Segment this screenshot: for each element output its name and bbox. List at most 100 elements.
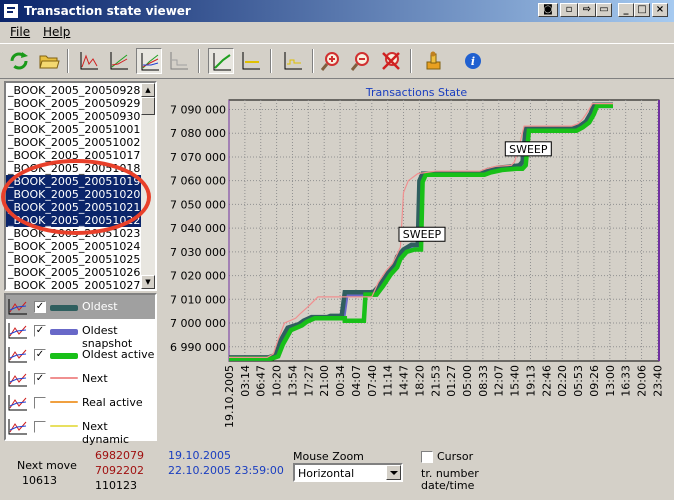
file-list-item[interactable]: _BOOK_2005_20050929.tn	[6, 97, 142, 110]
chart-red-button[interactable]	[76, 48, 102, 74]
file-list-item[interactable]: _BOOK_2005_20051001.tn	[6, 123, 142, 136]
series-swatch	[50, 329, 78, 335]
cursor-checkbox[interactable]	[421, 451, 433, 463]
open-folder-button[interactable]	[36, 48, 62, 74]
oldest-value: 6982079	[95, 449, 144, 462]
series-checkbox[interactable]	[34, 397, 46, 409]
x-tick-label: 23:40	[651, 365, 664, 397]
x-tick-label: 12:07	[493, 365, 506, 397]
dropdown-arrow-icon[interactable]	[386, 465, 401, 480]
date-time-label: date/time	[421, 479, 475, 492]
legend-item[interactable]: Next dynamic	[6, 415, 155, 446]
file-list-item[interactable]: _BOOK_2005_20051025.tn	[6, 253, 142, 266]
folder-icon	[39, 55, 60, 69]
scroll-up-button[interactable]: ▲	[141, 83, 155, 97]
x-tick-label: 06:47	[255, 365, 268, 397]
y-tick-label: 6 990 000	[170, 341, 226, 354]
chart-multi-button[interactable]	[106, 48, 132, 74]
chart-all-button[interactable]	[136, 48, 162, 74]
file-list-item[interactable]: _BOOK_2005_20050928.tn	[6, 84, 142, 97]
pin-icon[interactable]: ▭	[596, 3, 612, 17]
title-bar: Transaction state viewer ◙ ▫ ⇨ ▭ _ □ ×	[0, 0, 674, 22]
series-swatch	[50, 305, 78, 311]
series-checkbox[interactable]: ✓	[34, 301, 46, 313]
x-tick-label: 14:47	[398, 365, 411, 397]
legend-item[interactable]: Real active	[6, 391, 155, 415]
chart-panel[interactable]: Transactions State 6 990 000 7 000 000 7 0…	[163, 81, 670, 441]
date-from: 19.10.2005	[168, 449, 231, 462]
y-tick-label: 7 010 000	[170, 293, 226, 306]
legend-item[interactable]: ✓ Next	[6, 367, 155, 391]
series-chart-icon	[8, 395, 27, 411]
x-tick-label: 15:40	[509, 365, 522, 397]
series-green-button[interactable]	[208, 48, 234, 74]
maximize-button[interactable]: □	[634, 3, 650, 17]
series-legend: ✓ Oldest ✓ Oldest snapshot ✓ Oldest active ✓ Ne…	[4, 293, 157, 446]
next-value: 7092202	[95, 464, 144, 477]
chart-gray-button[interactable]	[166, 48, 192, 74]
x-tick-label: 16:33	[620, 365, 633, 397]
zoom-in-icon	[320, 52, 339, 71]
menu-help[interactable]: Help	[43, 25, 70, 39]
y-tick-label: 7 030 000	[170, 246, 226, 259]
legend-item[interactable]: ✓ Oldest snapshot	[6, 319, 155, 350]
series-yellow-button[interactable]	[238, 48, 264, 74]
zoom-out-button[interactable]	[348, 48, 374, 74]
refresh-button[interactable]	[6, 48, 32, 74]
x-tick-label: 09:26	[588, 365, 601, 397]
y-tick-label: 7 090 000	[170, 103, 226, 116]
series-label: Oldest	[82, 300, 118, 313]
scroll-thumb[interactable]	[141, 97, 155, 115]
cursor-label: Cursor	[437, 450, 474, 463]
file-list-item[interactable]: _BOOK_2005_20051002.tn	[6, 136, 142, 149]
chart-all-icon	[141, 53, 159, 71]
zoom-reset-button[interactable]	[378, 48, 404, 74]
x-tick-label: 00:34	[334, 365, 347, 397]
series-checkbox[interactable]: ✓	[34, 373, 46, 385]
app-icon	[4, 4, 18, 18]
about-button[interactable]: i	[460, 48, 486, 74]
scroll-down-button[interactable]: ▼	[141, 275, 155, 289]
file-list-item[interactable]: _BOOK_2005_20051024.tn	[6, 240, 142, 253]
y-tick-label: 7 020 000	[170, 270, 226, 283]
legend-item[interactable]: ✓ Oldest active	[6, 343, 155, 367]
close-button[interactable]: ×	[652, 3, 668, 17]
y-tick-label: 7 040 000	[170, 222, 226, 235]
legend-item[interactable]: ✓ Oldest	[6, 295, 155, 319]
file-list-item[interactable]: _BOOK_2005_20051026.tn	[6, 266, 142, 279]
minimize-button[interactable]: _	[618, 3, 634, 17]
mouse-zoom-select[interactable]: Horizontal	[293, 463, 403, 482]
series-checkbox[interactable]: ✓	[34, 349, 46, 361]
file-list-item[interactable]: _BOOK_2005_20051027.tn	[6, 279, 142, 289]
restore-tool-icon[interactable]: ▫	[560, 3, 578, 17]
difference-value: 110123	[95, 479, 137, 492]
series-swatch	[50, 353, 78, 359]
menu-file[interactable]: File	[10, 25, 30, 39]
chart-multi-icon	[110, 52, 128, 70]
x-tick-label: 03:14	[239, 365, 252, 397]
y-tick-label: 7 050 000	[170, 198, 226, 211]
series-checkbox[interactable]: ✓	[34, 325, 46, 337]
x-tick-label: 02:20	[556, 365, 569, 397]
next-move-value: 10613	[22, 474, 57, 487]
transactions-chart[interactable]: 6 990 000 7 000 000 7 010 000 7 020 000 7 03…	[163, 81, 670, 441]
x-tick-label: 19:13	[524, 365, 537, 397]
file-list-item[interactable]: _BOOK_2005_20050930.tn	[6, 110, 142, 123]
series-hist-button[interactable]	[280, 48, 306, 74]
x-tick-label: 07:40	[366, 365, 379, 397]
system-menu-icon[interactable]: ◙	[538, 3, 558, 17]
plugin-button[interactable]	[420, 48, 446, 74]
series-checkbox[interactable]	[34, 421, 46, 433]
export-tool-icon[interactable]: ⇨	[578, 3, 596, 17]
menu-bar: File Help	[0, 22, 674, 42]
x-tick-label: 05:00	[461, 365, 474, 397]
series-swatch	[50, 401, 78, 403]
window-title: Transaction state viewer	[24, 4, 191, 18]
x-tick-label: 05:53	[572, 365, 585, 397]
series-chart-icon	[8, 419, 27, 435]
mouse-zoom-label: Mouse Zoom	[293, 450, 364, 463]
zoom-in-button[interactable]	[318, 48, 344, 74]
series-swatch	[50, 377, 78, 379]
chart-red-icon	[80, 52, 98, 70]
x-tick-label: 19.10.2005	[223, 365, 236, 428]
